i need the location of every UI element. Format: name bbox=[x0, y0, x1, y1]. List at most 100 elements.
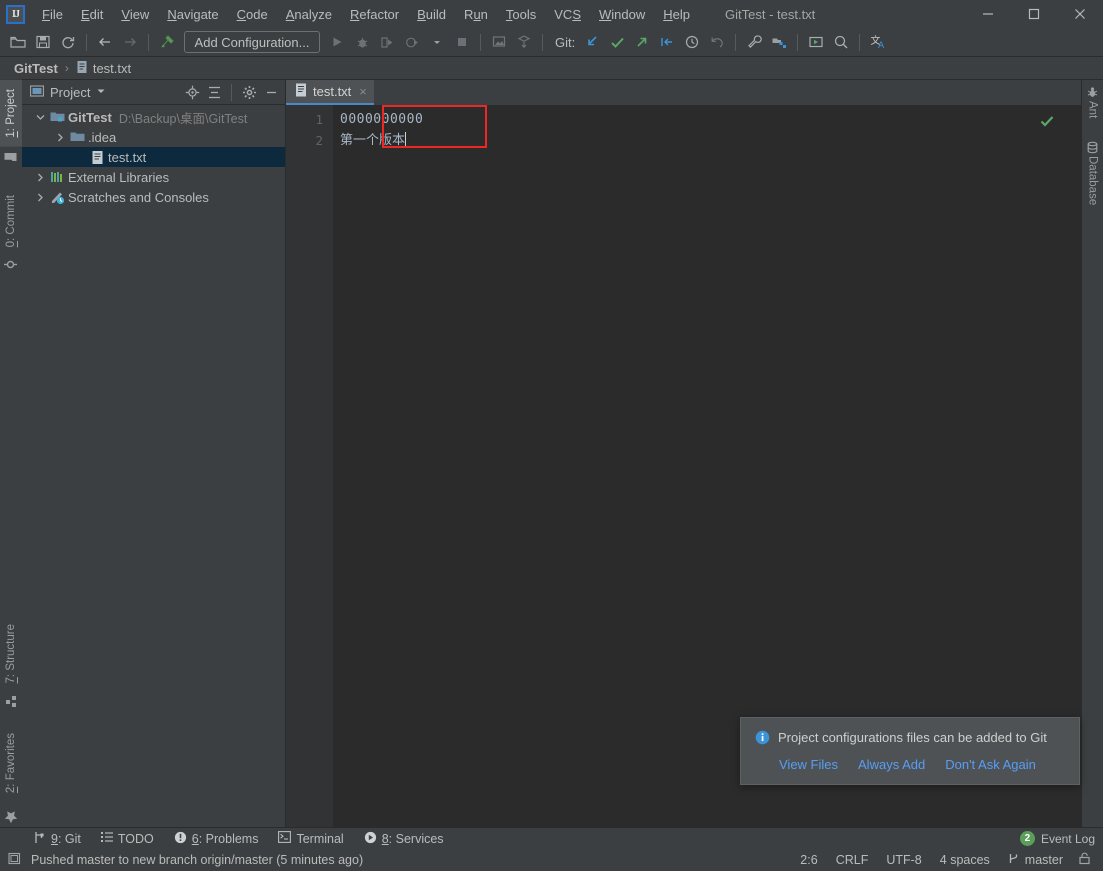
tree-row[interactable]: External Libraries bbox=[22, 167, 285, 187]
sidebar-item-commit[interactable]: 0: Commit bbox=[0, 186, 22, 256]
sidebar-item-commit-label: 0: Commit bbox=[5, 194, 17, 247]
breadcrumb-project[interactable]: GitTest bbox=[10, 60, 62, 77]
libraries-icon bbox=[48, 170, 66, 184]
project-panel-header: Project bbox=[22, 80, 285, 105]
toolbar-separator-6 bbox=[797, 33, 799, 51]
translate-icon[interactable]: 文A bbox=[866, 30, 890, 54]
menu-help[interactable]: Help bbox=[654, 3, 699, 26]
database-icon bbox=[1082, 127, 1103, 154]
search-everywhere-icon[interactable] bbox=[829, 30, 853, 54]
lock-icon[interactable] bbox=[1072, 850, 1097, 870]
ok-check-icon[interactable] bbox=[1039, 113, 1055, 133]
right-tool-window-stripe: Ant Database bbox=[1081, 80, 1103, 827]
bottom-tab-git[interactable]: 9: Git bbox=[24, 829, 91, 849]
chevron-right-icon[interactable] bbox=[32, 173, 48, 182]
tree-row[interactable]: test.txt bbox=[22, 147, 285, 167]
sidebar-item-project-label: 1: Project bbox=[5, 89, 17, 138]
terminal-icon bbox=[278, 831, 292, 846]
title-bar: IJ File Edit View Navigate Code Analyze … bbox=[0, 0, 1103, 28]
notification-link-dont-ask-again[interactable]: Don't Ask Again bbox=[945, 757, 1036, 772]
tree-label-gittest: GitTest bbox=[68, 109, 112, 125]
menu-tools[interactable]: Tools bbox=[497, 3, 545, 26]
bottom-tab-terminal[interactable]: Terminal bbox=[268, 829, 353, 848]
maximize-button[interactable] bbox=[1011, 0, 1057, 28]
run-anything-icon[interactable] bbox=[804, 30, 828, 54]
tree-row[interactable]: .idea bbox=[22, 127, 285, 147]
line-separator-widget[interactable]: CRLF bbox=[827, 851, 878, 869]
settings-wrench-icon[interactable] bbox=[742, 30, 766, 54]
event-log-button[interactable]: 2 Event Log bbox=[1019, 831, 1103, 846]
notification-message: Project configurations files can be adde… bbox=[778, 730, 1047, 745]
back-arrow-icon[interactable] bbox=[93, 30, 117, 54]
star-icon bbox=[0, 802, 22, 827]
git-history-icon[interactable] bbox=[680, 30, 704, 54]
git-push-icon[interactable] bbox=[630, 30, 654, 54]
locate-target-icon[interactable] bbox=[182, 82, 202, 102]
toggle-widgets-icon[interactable] bbox=[8, 852, 21, 868]
minimize-button[interactable] bbox=[965, 0, 1011, 28]
menu-code[interactable]: Code bbox=[228, 3, 277, 26]
project-structure-icon[interactable] bbox=[767, 30, 791, 54]
open-folder-icon[interactable] bbox=[6, 30, 30, 54]
breadcrumb-file[interactable]: test.txt bbox=[72, 59, 135, 78]
git-branch-widget[interactable]: master bbox=[999, 850, 1072, 870]
toolbar-separator-5 bbox=[735, 33, 737, 51]
notification-link-view-files[interactable]: View Files bbox=[779, 757, 838, 772]
editor-tab-testtxt[interactable]: test.txt × bbox=[286, 80, 374, 105]
close-icon[interactable]: × bbox=[359, 84, 367, 99]
indent-widget[interactable]: 4 spaces bbox=[931, 851, 999, 869]
save-all-icon[interactable] bbox=[31, 30, 55, 54]
line-number: 1 bbox=[315, 112, 323, 127]
sidebar-item-structure-label: 7: Structure bbox=[5, 624, 17, 684]
menu-build[interactable]: Build bbox=[408, 3, 455, 26]
stop-icon bbox=[450, 30, 474, 54]
text-file-icon bbox=[88, 150, 106, 165]
build-hammer-icon[interactable] bbox=[155, 30, 179, 54]
menu-view[interactable]: View bbox=[112, 3, 158, 26]
git-branches-icon[interactable] bbox=[655, 30, 679, 54]
collapse-all-icon[interactable] bbox=[204, 82, 224, 102]
project-folder-icon bbox=[0, 147, 22, 168]
tree-row[interactable]: GitTest D:\Backup\桌面\GitTest bbox=[22, 107, 285, 127]
sidebar-item-structure[interactable]: 7: Structure bbox=[0, 615, 22, 692]
git-branch-label: master bbox=[1024, 853, 1063, 867]
code-line-2: 第一个版本 bbox=[334, 130, 1067, 151]
settings-gear-icon[interactable] bbox=[239, 82, 259, 102]
add-configuration-button[interactable]: Add Configuration... bbox=[184, 31, 320, 53]
menu-navigate[interactable]: Navigate bbox=[158, 3, 227, 26]
chevron-down-icon[interactable] bbox=[32, 113, 48, 122]
menu-window[interactable]: Window bbox=[590, 3, 654, 26]
chevron-right-icon[interactable] bbox=[32, 193, 48, 202]
close-button[interactable] bbox=[1057, 0, 1103, 28]
sidebar-item-project[interactable]: 1: Project bbox=[0, 80, 22, 147]
sidebar-item-ant-label: Ant bbox=[1086, 101, 1099, 119]
profile-icon bbox=[400, 30, 424, 54]
menu-edit[interactable]: Edit bbox=[72, 3, 112, 26]
sidebar-item-ant[interactable]: Ant bbox=[1082, 99, 1103, 127]
chevron-down-icon[interactable] bbox=[425, 30, 449, 54]
sync-refresh-icon[interactable] bbox=[56, 30, 80, 54]
commit-icon bbox=[0, 256, 22, 273]
sidebar-item-favorites[interactable]: 2: Favorites bbox=[0, 724, 22, 802]
bottom-tab-problems[interactable]: 6: Problems bbox=[164, 829, 269, 849]
tree-row[interactable]: Scratches and Consoles bbox=[22, 187, 285, 207]
git-update-icon[interactable] bbox=[580, 30, 604, 54]
chevron-down-icon[interactable] bbox=[96, 85, 106, 99]
bottom-tool-window-bar: 9: Git TODO 6: Problems Terminal 8: Serv… bbox=[0, 827, 1103, 849]
sidebar-item-database[interactable]: Database bbox=[1082, 154, 1103, 214]
bottom-tab-todo[interactable]: TODO bbox=[91, 829, 164, 848]
project-panel-title[interactable]: Project bbox=[50, 85, 90, 100]
menu-refactor[interactable]: Refactor bbox=[341, 3, 408, 26]
menu-run[interactable]: Run bbox=[455, 3, 497, 26]
hide-minimize-icon[interactable] bbox=[261, 82, 281, 102]
git-commit-icon[interactable] bbox=[605, 30, 629, 54]
notification-link-always-add[interactable]: Always Add bbox=[858, 757, 925, 772]
menu-file[interactable]: File bbox=[33, 3, 72, 26]
bottom-tab-services[interactable]: 8: Services bbox=[354, 829, 454, 849]
caret-position-widget[interactable]: 2:6 bbox=[791, 851, 826, 869]
menu-vcs[interactable]: VCS bbox=[545, 3, 590, 26]
chevron-right-icon[interactable] bbox=[52, 133, 68, 142]
encoding-widget[interactable]: UTF-8 bbox=[877, 851, 930, 869]
menu-analyze[interactable]: Analyze bbox=[277, 3, 341, 26]
run-icon bbox=[325, 30, 349, 54]
